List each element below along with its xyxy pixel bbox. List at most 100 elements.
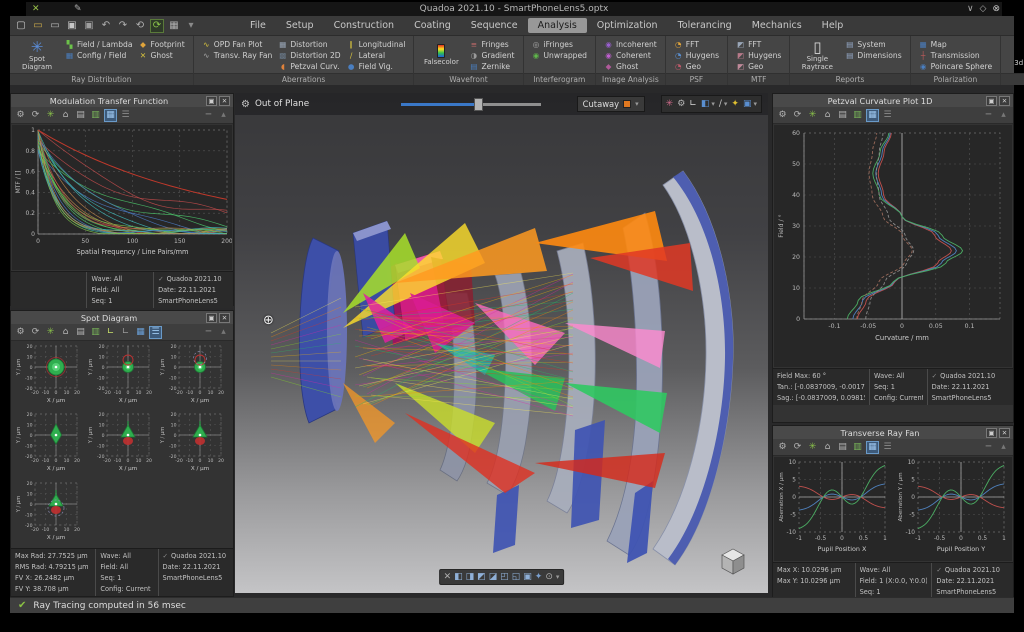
chevron-down-icon[interactable]: ▾: [711, 100, 715, 108]
ribbon-item-poincare-sphere[interactable]: ◉ Poincare Sphere: [919, 61, 992, 71]
table-icon[interactable]: ▦: [866, 440, 879, 454]
menu-item-sequence[interactable]: Sequence: [461, 18, 528, 33]
chevron-down-icon[interactable]: ▾: [556, 573, 560, 581]
ribbon-item-geo[interactable]: ◔ Geo: [674, 61, 719, 71]
ribbon-item-coherent[interactable]: ◉ Coherent: [604, 50, 657, 60]
home-icon[interactable]: ⌂: [59, 109, 72, 122]
ribbon-button-3d-view[interactable]: ‖3d View: [1006, 38, 1024, 72]
table-icon[interactable]: ▦: [104, 108, 117, 122]
vp-gear-icon[interactable]: ⚙: [677, 99, 685, 109]
menu-item-construction[interactable]: Construction: [324, 18, 405, 33]
home-icon[interactable]: ⌂: [821, 109, 834, 122]
close-icon[interactable]: ✕: [999, 427, 1010, 438]
duplicate-icon[interactable]: ▦: [167, 19, 181, 33]
orbit-icon[interactable]: ✦: [535, 572, 543, 582]
pin-icon[interactable]: ▴: [997, 109, 1010, 122]
open-icon[interactable]: ▭: [31, 19, 45, 33]
panel-rayfan-titlebar[interactable]: Transverse Ray Fan ▣ ✕: [773, 426, 1013, 439]
ribbon-item-field-vig-[interactable]: ● Field Vig.: [347, 61, 406, 71]
grid-icon[interactable]: ▦: [134, 326, 147, 339]
refresh-icon[interactable]: ⟳: [29, 109, 42, 122]
viewport-3d[interactable]: ⚙ Out of Plane Cutaway ▾ ✳ ⚙ ∟ ◧ ▾ ∕ ▾ ✦ ▣ ▾ ⊕ ✕ ◧…: [235, 93, 768, 593]
menu-item-optimization[interactable]: Optimization: [587, 18, 668, 33]
refresh-icon[interactable]: ⟳: [791, 441, 804, 454]
gear-icon[interactable]: ⚙: [776, 109, 789, 122]
ribbon-item-config-field[interactable]: ▦ Config / Field: [65, 50, 133, 60]
save-icon[interactable]: ▣: [65, 19, 79, 33]
list-icon[interactable]: ☰: [119, 109, 132, 122]
gear-icon[interactable]: ⚙: [776, 441, 789, 454]
ribbon-item-huygens[interactable]: ◩ Huygens: [736, 50, 781, 60]
minimize-icon[interactable]: ─: [982, 441, 995, 454]
vp-colors-icon[interactable]: ◧: [701, 99, 710, 109]
ribbon-item-distortion-2d[interactable]: ▩ Distortion 2D: [278, 50, 340, 60]
raytrace-icon[interactable]: ✳: [44, 109, 57, 122]
ribbon-item-unwrapped[interactable]: ◉ Unwrapped: [532, 50, 587, 60]
menu-item-analysis[interactable]: Analysis: [527, 18, 587, 33]
ribbon-item-transv-ray-fan[interactable]: ∿ Transv. Ray Fan: [202, 50, 272, 60]
ribbon-item-map[interactable]: ▦ Map: [919, 39, 993, 49]
close-circle-icon[interactable]: ⊗: [992, 4, 1000, 14]
restore-icon[interactable]: ▣: [206, 95, 217, 106]
raytrace-icon[interactable]: ✳: [44, 326, 57, 339]
list-icon[interactable]: ☰: [881, 109, 894, 122]
pin-icon[interactable]: ▴: [997, 441, 1010, 454]
ribbon-item-field-lambda[interactable]: ▚ Field / Lambda: [65, 39, 133, 49]
menu-item-mechanics[interactable]: Mechanics: [742, 18, 812, 33]
pin-icon[interactable]: ▴: [217, 109, 230, 122]
close-icon[interactable]: ✕: [219, 312, 230, 323]
axis-corner2-icon[interactable]: ∟: [119, 326, 132, 339]
pen-icon[interactable]: ✎: [74, 2, 82, 16]
close-icon[interactable]: ✕: [219, 95, 230, 106]
list2-icon[interactable]: ☰: [149, 325, 162, 339]
export-icon[interactable]: ▥: [851, 441, 864, 454]
orientation-cube[interactable]: [718, 545, 748, 577]
refresh-icon[interactable]: ⟳: [791, 109, 804, 122]
menu-item-tolerancing[interactable]: Tolerancing: [668, 18, 742, 33]
panel-spot-titlebar[interactable]: Spot Diagram ▣ ✕: [11, 311, 233, 324]
vp-rays-icon[interactable]: ✳: [666, 99, 674, 109]
list-icon[interactable]: ☰: [881, 441, 894, 454]
ribbon-item-ghost[interactable]: ◆ Ghost: [604, 61, 657, 71]
export-icon[interactable]: ▥: [851, 109, 864, 122]
chevron-down-icon[interactable]: ▾: [753, 100, 757, 108]
ribbon-item-incoherent[interactable]: ◉ Incoherent: [604, 39, 657, 49]
vp-corner-icon[interactable]: ∟: [689, 99, 697, 109]
run-icon[interactable]: ⟳: [150, 18, 164, 33]
menu-item-coating[interactable]: Coating: [404, 18, 461, 33]
cube-back-icon[interactable]: ▣: [523, 572, 532, 582]
lens-3d-scene[interactable]: [235, 115, 768, 593]
panel-mtf-titlebar[interactable]: Modulation Transfer Function ▣ ✕: [11, 94, 233, 107]
float-icon[interactable]: ◇: [980, 4, 987, 14]
ribbon-item-dimensions[interactable]: ▤ Dimensions: [845, 50, 901, 60]
close-icon[interactable]: ✕: [999, 95, 1010, 106]
vp-key-icon[interactable]: ✦: [731, 99, 739, 109]
zoom-tool-icon[interactable]: ⊙: [545, 572, 553, 582]
ribbon-item-ifringes[interactable]: ◎ iFringes: [532, 39, 588, 49]
cube-right-icon[interactable]: ◰: [500, 572, 509, 582]
copy-icon[interactable]: ▤: [836, 441, 849, 454]
cube-bottom-icon[interactable]: ◩: [477, 572, 486, 582]
cube-front-icon[interactable]: ◧: [454, 572, 463, 582]
save-as-icon[interactable]: ▣: [82, 19, 96, 33]
gear-icon[interactable]: ⚙: [14, 326, 27, 339]
undo-icon[interactable]: ↶: [99, 19, 113, 33]
vp-cube-icon[interactable]: ▣: [743, 99, 752, 109]
copy-icon[interactable]: ▤: [74, 326, 87, 339]
home-icon[interactable]: ⌂: [59, 326, 72, 339]
raytrace-icon[interactable]: ✳: [806, 109, 819, 122]
ribbon-item-huygens[interactable]: ◔ Huygens: [674, 50, 719, 60]
cube-iso-icon[interactable]: ◱: [512, 572, 521, 582]
ribbon-item-opd-fan-plot[interactable]: ∿ OPD Fan Plot: [202, 39, 273, 49]
raytrace-icon[interactable]: ✳: [806, 441, 819, 454]
out-of-plane-slider[interactable]: [400, 97, 541, 111]
refresh-icon[interactable]: ⟳: [29, 326, 42, 339]
menu-item-help[interactable]: Help: [812, 18, 854, 33]
cutaway-dropdown[interactable]: Cutaway ▾: [576, 96, 645, 112]
cube-top-icon[interactable]: ◨: [466, 572, 475, 582]
export-icon[interactable]: ▥: [89, 109, 102, 122]
redo-icon[interactable]: ↷: [116, 19, 130, 33]
axis-corner-icon[interactable]: ∟: [104, 326, 117, 339]
panel-petzval-titlebar[interactable]: Petzval Curvature Plot 1D ▣ ✕: [773, 94, 1013, 107]
ribbon-item-longitudinal[interactable]: ∥ Longitudinal: [347, 39, 405, 49]
